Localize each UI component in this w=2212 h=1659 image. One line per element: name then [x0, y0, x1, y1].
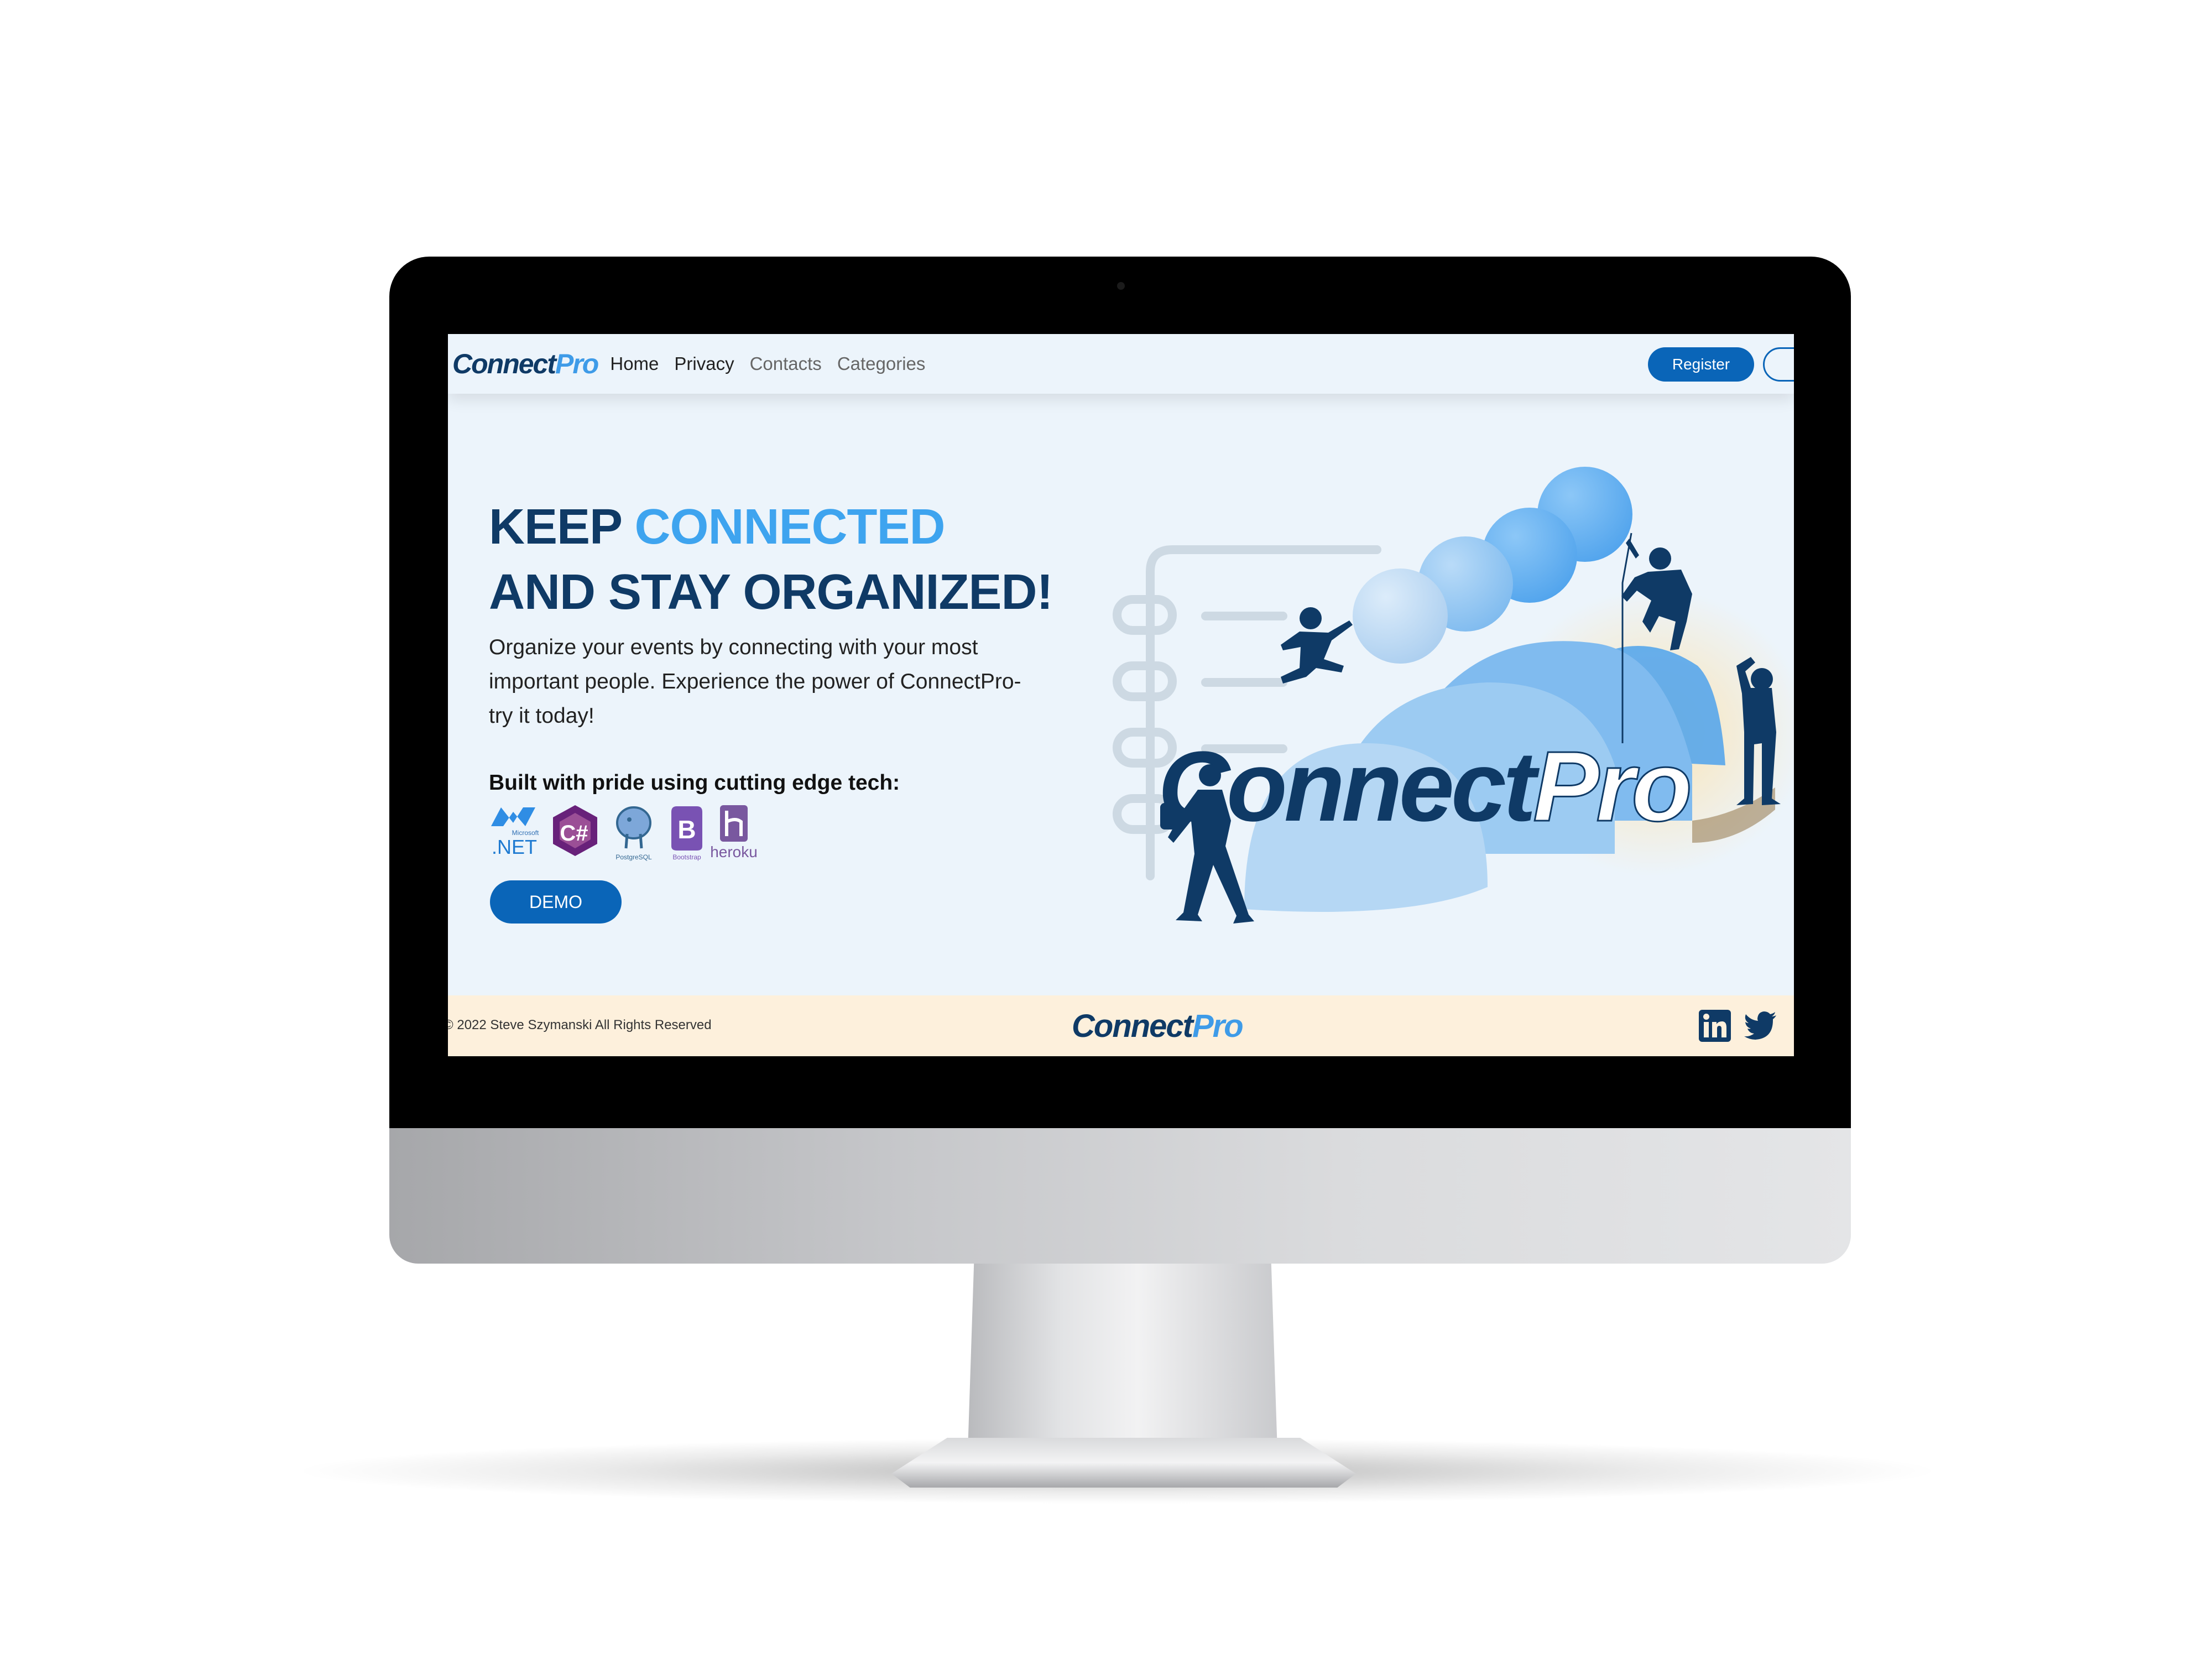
bootstrap-letter: B — [677, 815, 696, 844]
tech-icons: Microsoft .NET C# PostgreSQL B Bootstrap — [491, 805, 758, 861]
postgresql-icon: PostgreSQL — [615, 806, 652, 861]
dotnet-icon: Microsoft .NET — [491, 807, 539, 858]
nav-links: Home Privacy Contacts Categories — [610, 353, 925, 374]
demo-button[interactable]: DEMO — [490, 880, 622, 924]
nav-home-link[interactable]: Home — [610, 353, 659, 374]
nav-categories-link[interactable]: Categories — [837, 353, 926, 374]
nav-contacts-link[interactable]: Contacts — [750, 353, 822, 374]
brand-logo[interactable]: ConnectPro — [452, 348, 599, 380]
linkedin-icon[interactable] — [1699, 1010, 1731, 1042]
illustration-logo: ConnectPro — [1158, 731, 1689, 842]
bootstrap-icon: B Bootstrap — [671, 806, 702, 861]
hero-title: KEEP CONNECTED AND STAY ORGANIZED! — [489, 494, 1053, 625]
dotnet-label: .NET — [492, 836, 537, 858]
brand-logo-accent: Pro — [555, 348, 599, 379]
website-screen: ConnectPro Home Privacy Contacts Categor… — [448, 334, 1794, 1056]
footer-logo: ConnectPro — [1072, 1008, 1244, 1045]
hero-title-highlight: CONNECTED — [634, 499, 945, 555]
footer: © 2022 Steve Szymanski All Rights Reserv… — [448, 995, 1794, 1056]
illustration-logo-accent: Pro — [1533, 731, 1689, 842]
navbar: ConnectPro Home Privacy Contacts Categor… — [448, 334, 1794, 394]
register-button[interactable]: Register — [1648, 347, 1754, 382]
hero-title-line2: AND STAY ORGANIZED! — [489, 565, 1053, 620]
tech-title: Built with pride using cutting edge tech… — [489, 771, 900, 795]
postgresql-label: PostgreSQL — [615, 853, 652, 861]
mockup-stage: ConnectPro Home Privacy Contacts Categor… — [0, 0, 2212, 1659]
hero-illustration: ConnectPro — [1113, 467, 1794, 924]
twitter-icon[interactable] — [1744, 1011, 1777, 1041]
nav-privacy-link[interactable]: Privacy — [674, 353, 734, 374]
login-button[interactable] — [1763, 347, 1794, 382]
heroku-label: heroku — [710, 843, 758, 860]
hero-title-prefix: KEEP — [489, 499, 635, 555]
monitor-stand — [968, 1264, 1277, 1452]
camera-icon — [1117, 282, 1125, 290]
monitor-chin — [389, 1128, 1851, 1264]
brand-logo-main: Connect — [452, 348, 556, 379]
monitor-stand-base — [891, 1438, 1356, 1488]
heroku-icon: heroku — [710, 805, 758, 860]
person-jumping-icon — [1281, 607, 1353, 684]
bootstrap-label: Bootstrap — [672, 853, 701, 861]
footer-logo-accent: Pro — [1192, 1008, 1244, 1044]
csharp-label: C# — [560, 821, 588, 846]
footer-copyright: © 2022 Steve Szymanski All Rights Reserv… — [448, 1018, 712, 1032]
hero-description: Organize your events by connecting with … — [489, 635, 1021, 728]
footer-logo-main: Connect — [1072, 1008, 1193, 1044]
csharp-icon: C# — [553, 805, 597, 856]
